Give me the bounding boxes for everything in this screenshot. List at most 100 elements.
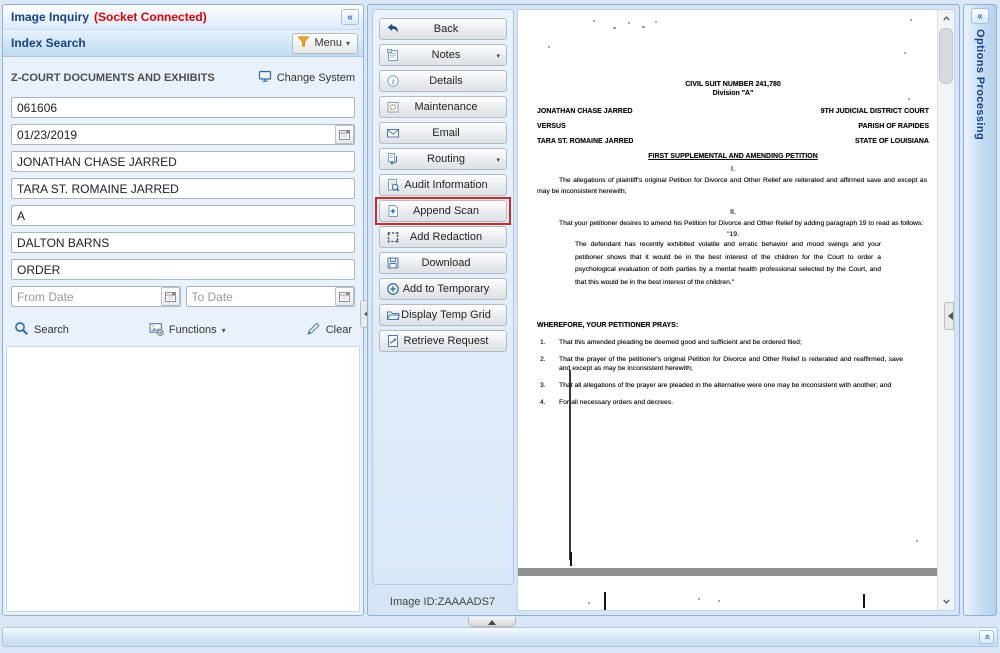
- clear-button-label: Clear: [325, 324, 352, 336]
- change-system-label: Change System: [276, 71, 355, 84]
- monitor-icon: [258, 69, 272, 86]
- folder-icon: [384, 308, 401, 322]
- scrollbar-thumb[interactable]: [939, 28, 953, 84]
- pencil-eraser-icon: [306, 321, 321, 339]
- application-window: Image Inquiry (Socket Connected) « Index…: [0, 0, 1000, 653]
- search-field-6[interactable]: [11, 232, 355, 253]
- append-scan-button[interactable]: Append Scan: [379, 200, 507, 222]
- chevron-down-icon: ▾: [345, 38, 350, 48]
- bottom-panel-handle[interactable]: [468, 617, 516, 627]
- quote-number: "19.: [727, 231, 739, 238]
- case-number: CIVIL SUIT NUMBER 241,780: [685, 81, 781, 88]
- right-splitter-handle[interactable]: [944, 302, 954, 330]
- document-viewer[interactable]: CIVIL SUIT NUMBER 241,780 Division "A" J…: [517, 9, 955, 611]
- change-system-button[interactable]: Change System: [258, 69, 355, 86]
- chevron-down-icon: ▾: [496, 53, 500, 60]
- options-processing-tab[interactable]: « Options Processing: [963, 4, 997, 616]
- index-search-form: Z-COURT DOCUMENTS AND EXHIBITS Change Sy…: [3, 57, 363, 339]
- search-field-4[interactable]: [11, 178, 355, 199]
- viewer-group: Back Notes ▾ i Details Maintenance Email: [367, 4, 960, 616]
- prayer-item: 2. That the prayer of the petitioner's o…: [540, 356, 903, 372]
- add-redaction-button[interactable]: Add Redaction: [379, 226, 507, 248]
- search-icon: [14, 321, 29, 339]
- image-inquiry-header: Image Inquiry (Socket Connected) «: [3, 5, 363, 30]
- routing-button[interactable]: Routing ▾: [379, 148, 507, 170]
- scan-artifact: [570, 552, 572, 566]
- chevron-down-icon: ▾: [221, 325, 226, 335]
- calendar-icon[interactable]: [160, 287, 180, 306]
- index-search-header: Index Search Menu ▾: [3, 30, 363, 57]
- chevron-down-icon: ▾: [496, 157, 500, 164]
- plus-circle-icon: [384, 282, 401, 296]
- double-chevron-up-icon: «: [981, 634, 993, 640]
- back-arrow-icon: [384, 22, 401, 36]
- to-date-input[interactable]: [185, 286, 355, 307]
- clear-button[interactable]: Clear: [306, 321, 352, 339]
- floppy-disk-icon: [384, 256, 401, 270]
- append-scan-icon: [384, 204, 401, 218]
- calendar-icon[interactable]: [335, 287, 354, 306]
- quoted-paragraph: The defendant has recently exhibited vol…: [575, 241, 881, 286]
- document-toolbar: Back Notes ▾ i Details Maintenance Email: [368, 5, 517, 615]
- audit-information-button[interactable]: Audit Information: [379, 174, 507, 196]
- bottom-status-bar: «: [2, 627, 998, 647]
- menu-button[interactable]: Menu ▾: [292, 32, 358, 54]
- section-2-number: II.: [730, 209, 736, 216]
- collapse-left-panel-button[interactable]: «: [341, 9, 359, 25]
- email-button[interactable]: Email: [379, 122, 507, 144]
- search-field-3[interactable]: [11, 151, 355, 172]
- maintenance-button[interactable]: Maintenance: [379, 96, 507, 118]
- note-icon: [384, 48, 401, 62]
- search-field-7[interactable]: [11, 259, 355, 280]
- scanned-document-page: CIVIL SUIT NUMBER 241,780 Division "A" J…: [537, 80, 929, 415]
- socket-status: (Socket Connected): [94, 10, 207, 24]
- funnel-icon: [297, 35, 310, 51]
- functions-button[interactable]: Functions ▾: [149, 321, 226, 339]
- expand-bottom-panel-button[interactable]: «: [979, 630, 994, 644]
- prayer-item: 1. That this amended pleading be deemed …: [540, 339, 802, 346]
- search-button[interactable]: Search: [14, 321, 69, 339]
- info-icon: i: [384, 74, 401, 88]
- options-processing-label: Options Processing: [974, 29, 986, 141]
- section-1-number: I.: [731, 166, 735, 173]
- expand-up-arrow-icon: [488, 616, 496, 625]
- audit-magnifier-icon: [384, 178, 401, 192]
- from-date-input[interactable]: [11, 286, 181, 307]
- panel-title: Image Inquiry: [11, 10, 90, 24]
- defendant-name: TARA ST. ROMAINE JARRED: [537, 138, 634, 145]
- scroll-down-button[interactable]: [938, 593, 954, 610]
- collapse-options-button[interactable]: «: [971, 8, 989, 24]
- document-title: FIRST SUPPLEMENTAL AND AMENDING PETITION: [648, 153, 818, 160]
- system-name-label: Z-COURT DOCUMENTS AND EXHIBITS: [11, 71, 215, 84]
- display-temp-grid-button[interactable]: Display Temp Grid: [379, 304, 507, 326]
- prayer-heading: WHEREFORE, YOUR PETITIONER PRAYS:: [537, 322, 679, 329]
- retrieve-page-icon: [384, 334, 401, 348]
- back-button[interactable]: Back: [379, 18, 507, 40]
- toolbar-button-stack: Back Notes ▾ i Details Maintenance Email: [372, 9, 514, 585]
- section-1-text: The allegations of plaintiff's original …: [537, 177, 927, 195]
- retrieve-request-button[interactable]: Retrieve Request: [379, 330, 507, 352]
- menu-button-label: Menu: [314, 37, 342, 49]
- search-button-label: Search: [34, 324, 69, 336]
- calendar-icon[interactable]: [335, 125, 354, 144]
- download-button[interactable]: Download: [379, 252, 507, 274]
- details-button[interactable]: i Details: [379, 70, 507, 92]
- envelope-icon: [384, 126, 401, 140]
- search-results-area: [6, 346, 360, 612]
- versus-label: VERSUS: [537, 123, 566, 130]
- page-separator: [518, 568, 938, 576]
- prayer-item: 4. For all necessary orders and decrees.: [540, 399, 674, 406]
- search-field-1[interactable]: [11, 97, 355, 118]
- add-to-temporary-button[interactable]: Add to Temporary: [379, 278, 507, 300]
- scan-artifact: [569, 370, 571, 560]
- division: Division "A": [712, 90, 754, 97]
- collapse-right-arrow-icon: [944, 312, 953, 320]
- scan-artifact: [604, 592, 606, 610]
- search-field-date[interactable]: [11, 124, 355, 145]
- functions-button-label: Functions: [168, 324, 217, 336]
- notes-button[interactable]: Notes ▾: [379, 44, 507, 66]
- prayer-item: 3. That all allegations of the prayer ar…: [540, 382, 892, 389]
- scroll-up-button[interactable]: [938, 10, 954, 27]
- search-field-5[interactable]: [11, 205, 355, 226]
- state-name: STATE OF LOUISIANA: [854, 138, 929, 145]
